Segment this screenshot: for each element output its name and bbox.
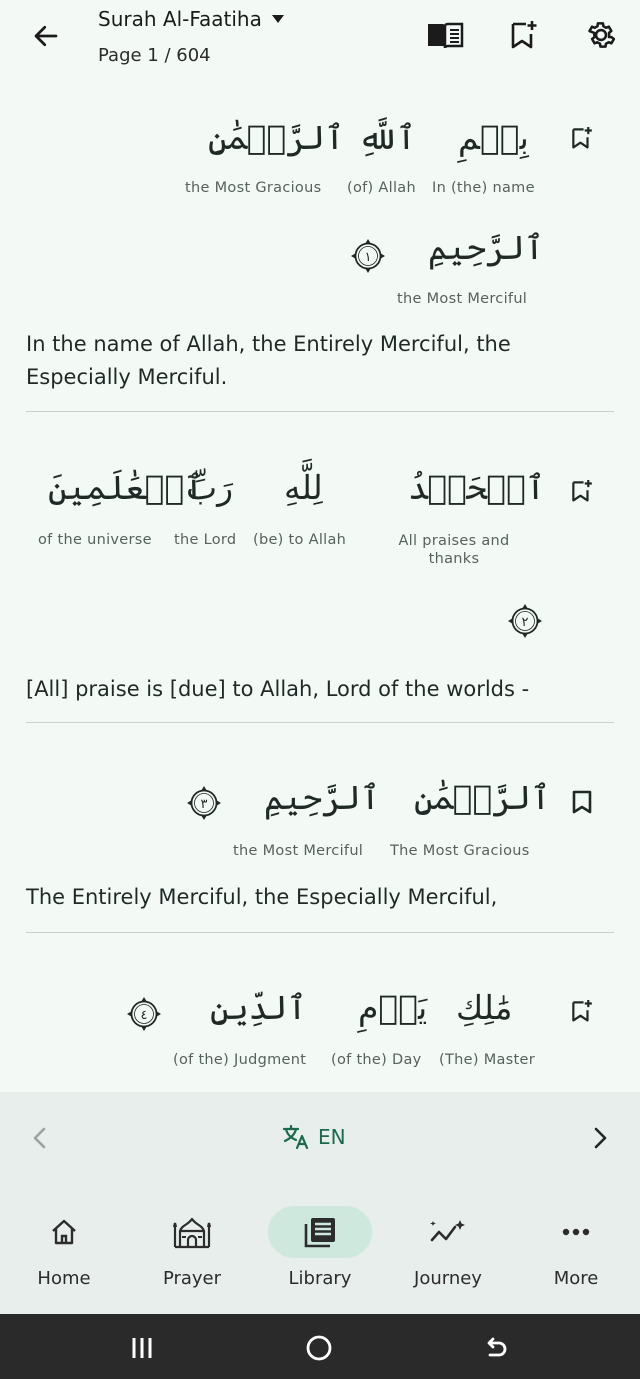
word-gloss: (be) to Allah [253, 532, 347, 548]
nav-icon-container [268, 1206, 372, 1258]
svg-text:١: ١ [365, 250, 372, 265]
verse-bookmark-button[interactable] [568, 124, 596, 152]
home-system-button[interactable] [297, 1326, 341, 1370]
word-arabic[interactable]: بِسۡمِ [458, 118, 529, 157]
verse-bookmark-button[interactable] [568, 788, 596, 816]
word-gloss: the Most Merciful [397, 291, 528, 307]
svg-text:٤: ٤ [141, 1008, 148, 1023]
word-arabic[interactable]: ٱلرَّحۡمَٰنِ [414, 778, 550, 817]
word-gloss: (of) Allah [347, 180, 416, 196]
verse-bookmark-button[interactable] [568, 997, 596, 1025]
journey-icon [430, 1220, 465, 1242]
word-arabic[interactable]: ٱلرَّحۡمَٰنِ [208, 118, 344, 157]
ayah-marker-icon: ٣ [187, 786, 221, 820]
word-arabic[interactable]: مَٰلِكِ [456, 988, 512, 1027]
back-system-button[interactable] [474, 1326, 518, 1370]
chevron-left-icon [33, 1127, 46, 1149]
nav-icon-container [12, 1206, 116, 1258]
back-gesture-icon [487, 1337, 507, 1357]
mushaf-view-button[interactable] [423, 13, 467, 57]
recents-icon [132, 1338, 152, 1358]
bookmark-add-icon [572, 480, 592, 502]
word-arabic[interactable]: ٱلۡعَٰلَمِينَ [48, 468, 204, 507]
verse-divider [26, 932, 614, 933]
book-icon [428, 22, 464, 49]
bookmark-add-icon [572, 1000, 592, 1022]
back-button[interactable] [26, 16, 66, 56]
nav-icon-container [524, 1206, 628, 1258]
word-gloss: the Most Merciful [233, 843, 364, 859]
page-indicator: Page 1 / 604 [98, 45, 211, 66]
next-page-button[interactable] [584, 1122, 616, 1154]
word-arabic[interactable]: ٱللَّهِ [358, 118, 416, 157]
word-gloss: of the universe [38, 532, 152, 548]
home-icon [52, 1219, 76, 1245]
svg-text:٣: ٣ [201, 797, 208, 812]
word-gloss: In (the) name [432, 180, 535, 196]
verse-divider [26, 411, 614, 412]
word-gloss: (of the) Day [331, 1052, 422, 1068]
verse-number-marker: ٣ [186, 785, 222, 821]
translation-language-toggle[interactable]: EN [282, 1124, 346, 1150]
surah-title: Surah Al-Faatiha [98, 7, 262, 31]
word-arabic[interactable]: ٱلدِّينِ [210, 988, 307, 1027]
word-arabic[interactable]: ٱلۡحَمۡدُ [408, 468, 545, 507]
verse-number-marker: ١ [350, 238, 386, 274]
nav-item-library[interactable]: Library [265, 1206, 375, 1289]
verse-translation: The Entirely Merciful, the Especially Me… [26, 885, 498, 909]
surah-selector[interactable]: Surah Al-Faatiha [98, 6, 284, 32]
bookmark-icon [572, 790, 592, 814]
word-gloss: All praises and thanks [398, 533, 510, 567]
nav-label: Journey [414, 1268, 482, 1289]
svg-text:٢: ٢ [522, 615, 529, 630]
verse-bookmark-button[interactable] [568, 477, 596, 505]
word-gloss: The Most Gracious [390, 843, 530, 859]
ayah-marker-icon: ٢ [508, 604, 542, 638]
arrow-left-icon [34, 25, 58, 47]
header-title-block: Surah Al-Faatiha Page 1 / 604 [98, 6, 284, 66]
bookmark-add-icon [511, 21, 537, 49]
add-bookmark-button[interactable] [502, 13, 546, 57]
word-gloss: (The) Master [439, 1052, 536, 1068]
nav-label: Home [37, 1268, 91, 1289]
verse-divider [26, 722, 614, 723]
language-code: EN [318, 1125, 346, 1149]
nav-icon-container [396, 1206, 500, 1258]
nav-item-home[interactable]: Home [9, 1206, 119, 1289]
circle-home-icon [306, 1335, 332, 1361]
recent-apps-button[interactable] [120, 1326, 164, 1370]
library-icon [304, 1218, 335, 1248]
verse-translation: [All] praise is [due] to Allah, Lord of … [26, 677, 530, 701]
word-arabic[interactable]: ٱلرَّحِيمِ [428, 228, 544, 267]
nav-icon-container [140, 1206, 244, 1258]
word-gloss: (of the) Judgment [173, 1052, 307, 1068]
word-gloss: the Most Gracious [185, 180, 322, 196]
bookmark-add-icon [572, 127, 592, 149]
verse-translation: In the name of Allah, the Entirely Merci… [26, 332, 511, 389]
settings-button[interactable] [579, 13, 623, 57]
nav-item-journey[interactable]: Journey [393, 1206, 503, 1289]
dropdown-caret-icon [271, 15, 284, 23]
verse-number-marker: ٢ [507, 603, 543, 639]
nav-label: Library [288, 1268, 352, 1289]
word-arabic[interactable]: ٱلرَّحِيمِ [264, 778, 380, 817]
word-arabic[interactable]: لِلَّهِ [284, 468, 323, 507]
translate-icon [282, 1124, 309, 1150]
chevron-right-icon [594, 1127, 607, 1149]
verse-number-marker: ٤ [126, 996, 162, 1032]
previous-page-button[interactable] [24, 1122, 56, 1154]
gear-icon [588, 22, 616, 48]
mosque-icon [172, 1217, 212, 1249]
more-icon [562, 1228, 590, 1236]
nav-item-prayer[interactable]: Prayer [137, 1206, 247, 1289]
word-arabic[interactable]: يَوۡمِ [358, 988, 427, 1027]
nav-item-more[interactable]: More [521, 1206, 631, 1289]
word-gloss: the Lord [174, 532, 237, 548]
nav-label: More [553, 1268, 599, 1289]
ayah-marker-icon: ١ [351, 239, 385, 273]
nav-label: Prayer [162, 1268, 222, 1289]
ayah-marker-icon: ٤ [127, 997, 161, 1031]
